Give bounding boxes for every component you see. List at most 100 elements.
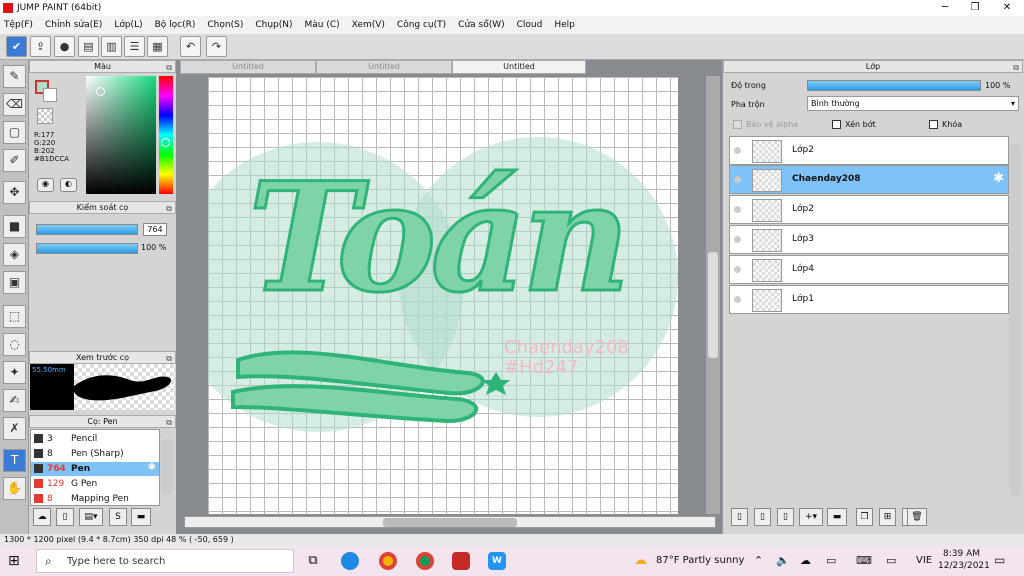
protect-alpha-checkbox[interactable] bbox=[733, 120, 742, 129]
panel-options-icon[interactable]: ⧉ bbox=[1013, 62, 1019, 73]
panel-options-icon[interactable]: ⧉ bbox=[166, 417, 172, 428]
keyboard-icon[interactable]: ⌨ bbox=[856, 554, 872, 567]
menu-file[interactable]: Tệp(F) bbox=[4, 20, 33, 30]
w-app-icon[interactable]: W bbox=[488, 552, 506, 570]
layer-row[interactable]: Lớp4 bbox=[729, 255, 1009, 284]
rectangle-tool-icon[interactable]: ▢ bbox=[3, 121, 26, 144]
taskbar-search[interactable]: ⌕ Type here to search bbox=[36, 549, 294, 573]
menu-view[interactable]: Xem(V) bbox=[352, 20, 385, 30]
document-tab[interactable]: Untitled bbox=[180, 60, 316, 74]
horizontal-scrollbar[interactable] bbox=[184, 516, 716, 528]
menu-filter[interactable]: Bộ lọc(R) bbox=[155, 20, 196, 30]
list-icon[interactable]: ☰ bbox=[124, 36, 145, 57]
menu-color[interactable]: Màu (C) bbox=[305, 20, 340, 30]
brush-menu-icon[interactable]: ▤▾ bbox=[79, 508, 103, 526]
new-layer-icon[interactable]: ▯ bbox=[731, 508, 748, 526]
brush-item[interactable]: 8 Mapping Pen bbox=[31, 492, 159, 506]
color-palette-icon[interactable]: ◉ bbox=[37, 178, 54, 192]
panel-options-icon[interactable]: ⧉ bbox=[166, 353, 172, 364]
comment-icon[interactable]: ● bbox=[54, 36, 75, 57]
document-tab[interactable]: Untitled bbox=[316, 60, 452, 74]
document-icon[interactable]: ▥ bbox=[101, 36, 122, 57]
visibility-icon[interactable] bbox=[734, 236, 741, 243]
selection-eraser-tool-icon[interactable]: ✗ bbox=[3, 417, 26, 440]
brush-item-selected[interactable]: 764 Pen ✱ bbox=[31, 462, 159, 476]
lock-checkbox[interactable] bbox=[929, 120, 938, 129]
eyedropper-icon[interactable]: ◐ bbox=[60, 178, 77, 192]
gradient-tool-icon[interactable]: ▣ bbox=[3, 271, 26, 294]
menu-tools[interactable]: Công cụ(T) bbox=[397, 20, 446, 30]
redo-icon[interactable]: ↷ bbox=[206, 36, 227, 57]
add-layer-menu-icon[interactable]: +▾ bbox=[799, 508, 823, 526]
grid-icon[interactable]: ▦ bbox=[147, 36, 168, 57]
windows-start-icon[interactable]: ⊞ bbox=[8, 553, 24, 569]
display-icon[interactable]: ▭ bbox=[886, 554, 896, 567]
chrome-profile-icon[interactable] bbox=[416, 552, 434, 570]
menu-layer[interactable]: Lớp(L) bbox=[114, 20, 142, 30]
eraser-tool-icon[interactable]: ⌫ bbox=[3, 93, 26, 116]
new-brush-icon[interactable]: ▯ bbox=[56, 508, 74, 526]
chevron-up-icon[interactable]: ⌃ bbox=[754, 554, 763, 567]
app-icon[interactable] bbox=[452, 552, 470, 570]
delete-layer-icon[interactable]: 🗑 bbox=[907, 508, 927, 526]
hue-cursor[interactable] bbox=[161, 138, 170, 147]
maximize-button[interactable]: ❐ bbox=[960, 0, 990, 16]
menu-capture[interactable]: Chụp(N) bbox=[255, 20, 292, 30]
layer-row[interactable]: Lớp1 bbox=[729, 285, 1009, 314]
brush-item[interactable]: 129 G Pen bbox=[31, 477, 159, 491]
gear-icon[interactable]: ✱ bbox=[148, 462, 156, 473]
brush-size-value[interactable]: 764 bbox=[143, 223, 167, 236]
merge-layer-icon[interactable]: ⊞ bbox=[879, 508, 896, 526]
panel-options-icon[interactable]: ⧉ bbox=[166, 203, 172, 214]
lasso-tool-icon[interactable]: ◌ bbox=[3, 333, 26, 356]
layer-opacity-slider[interactable] bbox=[807, 80, 981, 91]
select-tool-icon[interactable]: ⬚ bbox=[3, 305, 26, 328]
brush-item[interactable]: 3 Pencil bbox=[31, 432, 159, 446]
message-icon[interactable]: ▤ bbox=[78, 36, 99, 57]
layer-row-selected[interactable]: Chaenday208 ✱ bbox=[729, 165, 1009, 194]
visibility-icon[interactable] bbox=[734, 206, 741, 213]
layer-list-scrollbar[interactable] bbox=[1009, 144, 1021, 496]
close-button[interactable]: ✕ bbox=[992, 0, 1022, 16]
bucket-tool-icon[interactable]: ◈ bbox=[3, 243, 26, 266]
visibility-icon[interactable] bbox=[734, 296, 741, 303]
selection-pen-tool-icon[interactable]: ✍ bbox=[3, 389, 26, 412]
menu-window[interactable]: Cửa sổ(W) bbox=[458, 20, 504, 30]
export-icon[interactable]: ⇪ bbox=[30, 36, 51, 57]
brush-folder-icon[interactable]: ▬ bbox=[131, 508, 151, 526]
gear-icon[interactable]: ✱ bbox=[993, 171, 1004, 186]
visibility-icon[interactable] bbox=[734, 176, 741, 183]
brush-list-scrollbar[interactable] bbox=[161, 439, 173, 495]
transparent-swatch[interactable] bbox=[37, 108, 53, 124]
check-icon[interactable]: ✔ bbox=[6, 36, 27, 57]
edge-browser-icon[interactable] bbox=[341, 552, 359, 570]
pen-tool-icon[interactable]: ✐ bbox=[3, 149, 26, 172]
clock-time[interactable]: 8:39 AM bbox=[943, 549, 980, 559]
brush-size-slider[interactable] bbox=[36, 224, 138, 235]
layer-row[interactable]: Lớp3 bbox=[729, 225, 1009, 254]
text-tool-icon[interactable]: T bbox=[3, 449, 26, 472]
task-view-icon[interactable]: ⧉ bbox=[304, 552, 322, 570]
document-tab-active[interactable]: Untitled bbox=[452, 60, 586, 74]
hue-slider[interactable] bbox=[159, 76, 173, 194]
brush-cloud-icon[interactable]: ☁ bbox=[33, 508, 51, 526]
onedrive-icon[interactable]: ☁ bbox=[800, 554, 811, 567]
layer-row[interactable]: Lớp2 bbox=[729, 195, 1009, 224]
brush-opacity-slider[interactable] bbox=[36, 243, 138, 254]
visibility-icon[interactable] bbox=[734, 266, 741, 273]
hand-tool-icon[interactable]: ✋ bbox=[3, 477, 26, 500]
horizontal-scroll-thumb[interactable] bbox=[383, 518, 517, 527]
blend-mode-select[interactable]: Bình thường ▾ bbox=[807, 96, 1019, 111]
vertical-scroll-thumb[interactable] bbox=[708, 252, 718, 358]
language-indicator[interactable]: VIE bbox=[916, 555, 932, 566]
speaker-icon[interactable]: 🔈 bbox=[776, 554, 790, 567]
chrome-icon[interactable] bbox=[379, 552, 397, 570]
magic-wand-tool-icon[interactable]: ✦ bbox=[3, 361, 26, 384]
vertical-scrollbar[interactable] bbox=[706, 76, 720, 514]
undo-icon[interactable]: ↶ bbox=[180, 36, 201, 57]
fill-rect-tool-icon[interactable]: ■ bbox=[3, 215, 26, 238]
clip-checkbox[interactable] bbox=[832, 120, 841, 129]
new-layer-icon[interactable]: ▯ bbox=[754, 508, 771, 526]
visibility-icon[interactable] bbox=[734, 147, 741, 154]
duplicate-layer-icon[interactable]: ❐ bbox=[856, 508, 873, 526]
